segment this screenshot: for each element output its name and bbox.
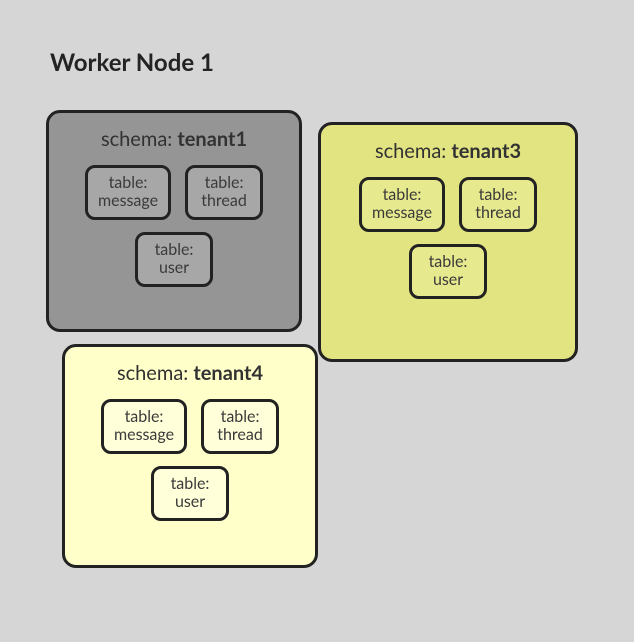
tables-row-top: table: message table: thread	[337, 177, 559, 232]
schema-title: schema: tenant3	[337, 139, 559, 163]
table-label: table:	[114, 408, 174, 426]
tables-row-bottom: table: user	[81, 466, 299, 521]
schema-tenant3: schema: tenant3 table: message table: th…	[318, 122, 578, 362]
table-message: table: message	[101, 399, 187, 454]
table-name: message	[372, 204, 432, 222]
schema-label-prefix: schema:	[375, 139, 451, 163]
tables-row-top: table: message table: thread	[65, 165, 283, 220]
table-name: message	[114, 426, 174, 444]
schema-name: tenant3	[451, 139, 521, 163]
tables-row-bottom: table: user	[65, 232, 283, 287]
table-name: thread	[198, 192, 250, 210]
table-thread: table: thread	[459, 177, 537, 232]
table-label: table:	[372, 186, 432, 204]
table-name: user	[148, 259, 200, 277]
table-thread: table: thread	[201, 399, 279, 454]
table-name: user	[422, 271, 474, 289]
schema-title: schema: tenant1	[65, 127, 283, 151]
schema-tenant1: schema: tenant1 table: message table: th…	[46, 110, 302, 332]
schema-label-prefix: schema:	[117, 361, 193, 385]
tables-row-bottom: table: user	[337, 244, 559, 299]
table-label: table:	[164, 475, 216, 493]
table-message: table: message	[85, 165, 171, 220]
table-name: user	[164, 493, 216, 511]
table-name: message	[98, 192, 158, 210]
table-label: table:	[214, 408, 266, 426]
table-name: thread	[472, 204, 524, 222]
schema-tenant4: schema: tenant4 table: message table: th…	[62, 344, 318, 568]
table-label: table:	[98, 174, 158, 192]
table-label: table:	[148, 241, 200, 259]
page-title: Worker Node 1	[50, 48, 214, 77]
schema-title: schema: tenant4	[81, 361, 299, 385]
table-user: table: user	[135, 232, 213, 287]
table-user: table: user	[409, 244, 487, 299]
tables-row-top: table: message table: thread	[81, 399, 299, 454]
schema-name: tenant1	[177, 127, 247, 151]
table-name: thread	[214, 426, 266, 444]
table-label: table:	[198, 174, 250, 192]
table-label: table:	[472, 186, 524, 204]
table-user: table: user	[151, 466, 229, 521]
table-thread: table: thread	[185, 165, 263, 220]
schema-name: tenant4	[193, 361, 263, 385]
table-label: table:	[422, 253, 474, 271]
schema-label-prefix: schema:	[101, 127, 177, 151]
table-message: table: message	[359, 177, 445, 232]
